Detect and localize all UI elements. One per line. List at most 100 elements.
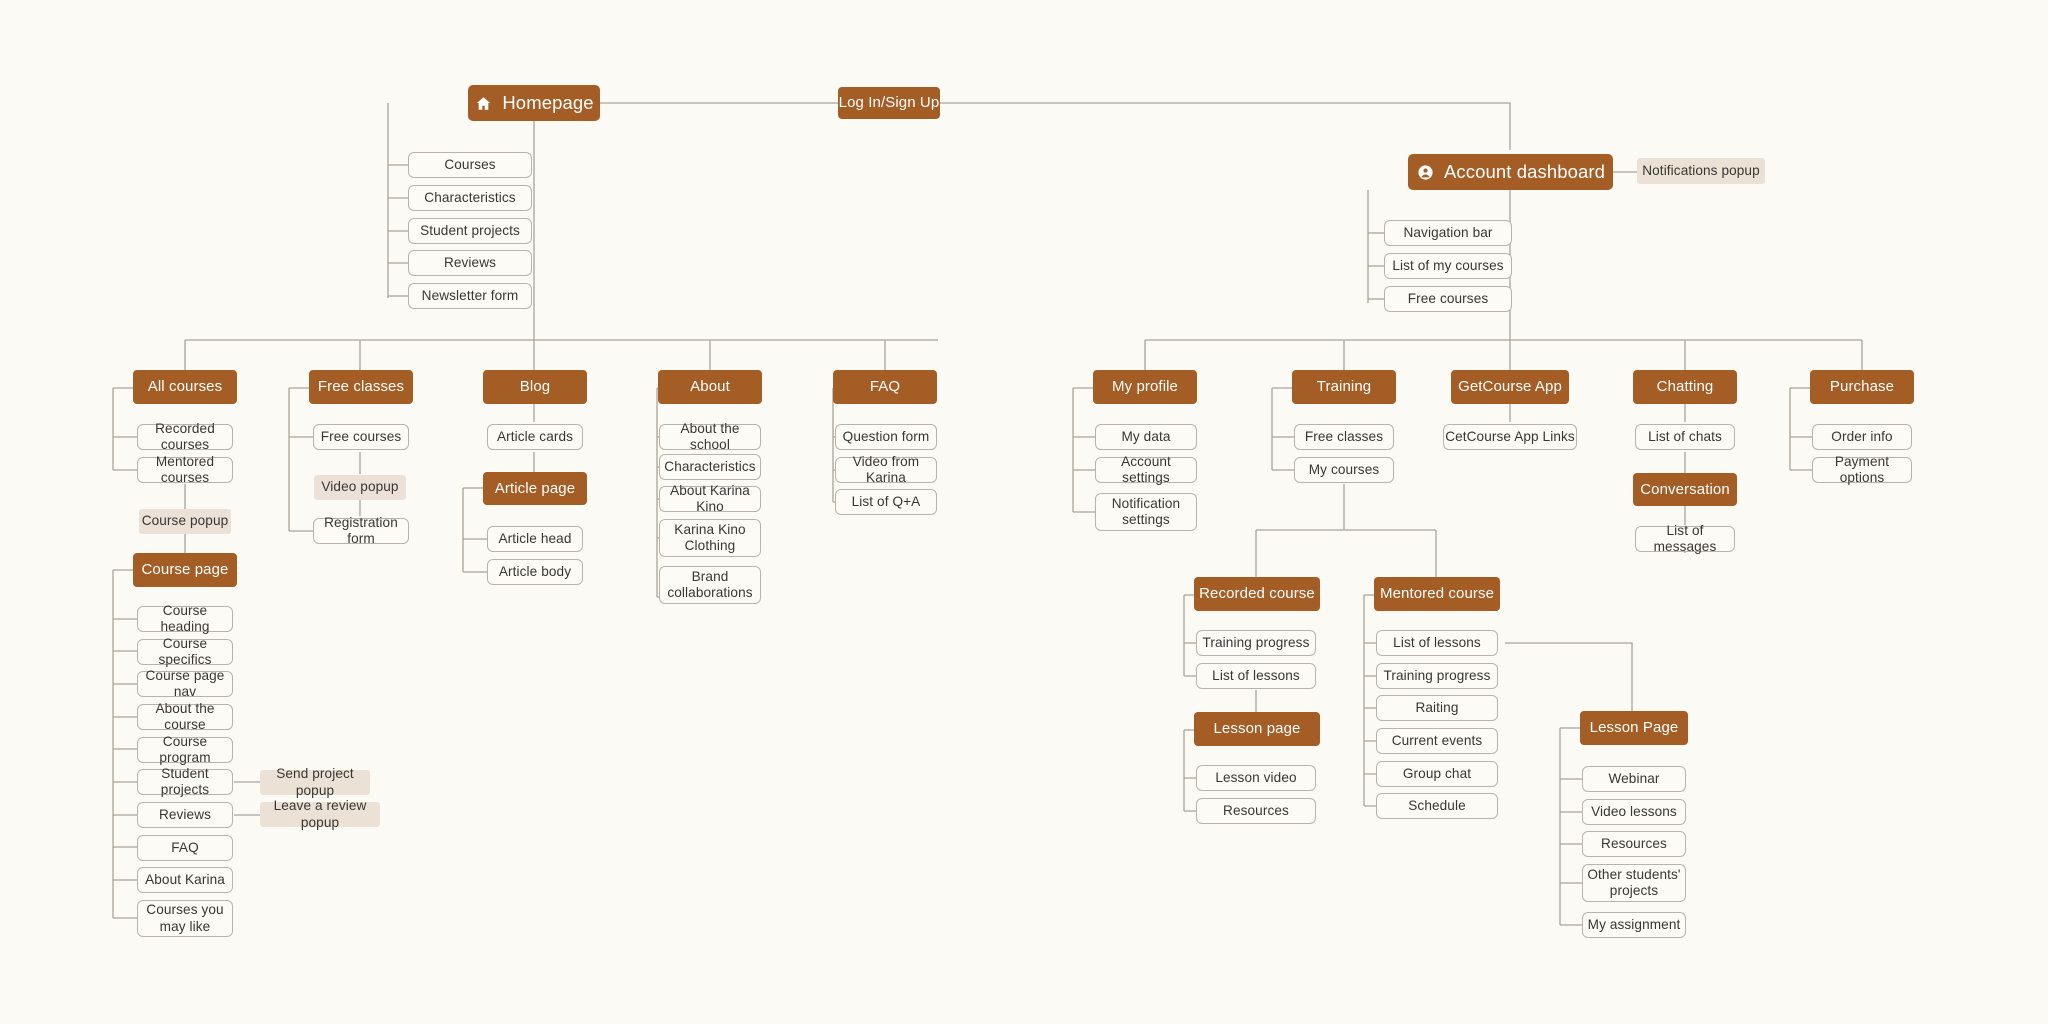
- node-lesson-resources[interactable]: Resources: [1196, 798, 1316, 824]
- node-getcourse-app-links[interactable]: CetCourse App Links: [1443, 424, 1577, 450]
- node-blog-label: Blog: [519, 378, 551, 396]
- node-about[interactable]: About: [658, 370, 762, 404]
- node-lesson-page-recorded[interactable]: Lesson page: [1194, 712, 1320, 746]
- node-course-faq[interactable]: FAQ: [137, 835, 233, 861]
- node-list-of-chats[interactable]: List of chats: [1635, 424, 1735, 450]
- node-training[interactable]: Training: [1292, 370, 1396, 404]
- node-about-the-course[interactable]: About the course: [137, 701, 233, 732]
- node-brand-collaborations[interactable]: Brand collaborations: [659, 566, 761, 604]
- node-course-reviews[interactable]: Reviews: [137, 802, 233, 828]
- node-recorded-courses[interactable]: Recorded courses: [137, 420, 233, 452]
- node-faq[interactable]: FAQ: [833, 370, 937, 404]
- node-dashboard-child-list-of-my-courses[interactable]: List of my courses: [1384, 253, 1512, 279]
- node-home-child-reviews[interactable]: Reviews: [408, 250, 532, 276]
- node-current-events[interactable]: Current events: [1376, 728, 1498, 754]
- node-purchase-label: Purchase: [1829, 378, 1895, 396]
- node-mentored-course[interactable]: Mentored course: [1374, 577, 1500, 611]
- node-chatting[interactable]: Chatting: [1633, 370, 1737, 404]
- node-label: Group chat: [1402, 765, 1472, 781]
- node-home-child-newsletter-form[interactable]: Newsletter form: [408, 283, 532, 309]
- node-article-cards[interactable]: Article cards: [487, 424, 583, 450]
- node-registration-form[interactable]: Registration form: [313, 515, 409, 546]
- node-about-characteristics[interactable]: Characteristics: [659, 454, 761, 480]
- node-notification-settings[interactable]: Notification settings: [1095, 493, 1197, 531]
- node-article-body[interactable]: Article body: [487, 559, 583, 585]
- node-all-courses[interactable]: All courses: [133, 370, 237, 404]
- node-label: My data: [1121, 428, 1171, 444]
- node-conversation-label: Conversation: [1640, 480, 1730, 498]
- node-dashboard-child-free-courses[interactable]: Free courses: [1384, 286, 1512, 312]
- node-login-signup[interactable]: Log In/Sign Up: [838, 87, 940, 119]
- node-account-dashboard[interactable]: Account dashboard: [1408, 154, 1613, 190]
- node-webinar[interactable]: Webinar: [1582, 766, 1686, 792]
- node-course-page[interactable]: Course page: [133, 553, 237, 587]
- node-my-courses[interactable]: My courses: [1294, 457, 1394, 483]
- node-about-karina-kino[interactable]: About Karina Kino: [659, 483, 761, 514]
- node-leave-review-popup[interactable]: Leave a review popup: [260, 798, 380, 830]
- node-notifications-popup[interactable]: Notifications popup: [1637, 158, 1765, 184]
- node-send-project-popup[interactable]: Send project popup: [260, 766, 370, 798]
- node-free-classes-free-courses[interactable]: Free courses: [313, 424, 409, 450]
- node-course-page-nav[interactable]: Course page nav: [137, 668, 233, 699]
- node-list-of-qa[interactable]: List of Q+A: [835, 489, 937, 515]
- node-free-classes[interactable]: Free classes: [309, 370, 413, 404]
- node-home-child-student-projects[interactable]: Student projects: [408, 218, 532, 244]
- node-list-of-messages[interactable]: List of messages: [1635, 523, 1735, 554]
- node-karina-kino-clothing[interactable]: Karina Kino Clothing: [659, 519, 761, 557]
- node-conversation[interactable]: Conversation: [1633, 473, 1737, 506]
- node-payment-options[interactable]: Payment options: [1812, 453, 1912, 485]
- node-home-child-courses[interactable]: Courses: [408, 152, 532, 178]
- node-label: Video lessons: [1591, 803, 1677, 819]
- node-my-assignment[interactable]: My assignment: [1582, 912, 1686, 938]
- node-recorded-list-of-lessons[interactable]: List of lessons: [1196, 663, 1316, 689]
- node-about-the-school[interactable]: About the school: [659, 421, 761, 452]
- node-free-classes-label: Free classes: [317, 378, 405, 396]
- node-getcourse-app[interactable]: GetCourse App: [1451, 370, 1569, 404]
- node-label: Order info: [1831, 428, 1893, 444]
- node-label: Free courses: [1407, 290, 1489, 306]
- node-courses-you-may-like[interactable]: Courses you may like: [137, 900, 233, 937]
- node-label: Newsletter form: [421, 287, 519, 303]
- node-about-karina[interactable]: About Karina: [137, 867, 233, 893]
- node-right-resources[interactable]: Resources: [1582, 831, 1686, 857]
- node-course-program[interactable]: Course program: [137, 734, 233, 765]
- node-schedule[interactable]: Schedule: [1376, 793, 1498, 819]
- node-article-page[interactable]: Article page: [483, 472, 587, 505]
- node-account-settings[interactable]: Account settings: [1095, 454, 1197, 485]
- node-group-chat[interactable]: Group chat: [1376, 761, 1498, 787]
- node-lesson-video[interactable]: Lesson video: [1196, 765, 1316, 791]
- node-order-info[interactable]: Order info: [1812, 424, 1912, 450]
- node-raiting[interactable]: Raiting: [1376, 695, 1498, 721]
- node-label: Question form: [842, 428, 930, 444]
- node-my-profile[interactable]: My profile: [1093, 370, 1197, 404]
- node-video-popup[interactable]: Video popup: [314, 475, 406, 500]
- node-mentored-training-progress[interactable]: Training progress: [1376, 663, 1498, 689]
- node-recorded-training-progress[interactable]: Training progress: [1196, 630, 1316, 656]
- node-mentored-courses[interactable]: Mentored courses: [137, 454, 233, 485]
- node-course-heading[interactable]: Course heading: [137, 603, 233, 634]
- node-homepage[interactable]: Homepage: [468, 85, 600, 121]
- node-recorded-course[interactable]: Recorded course: [1194, 577, 1320, 611]
- node-training-free-classes[interactable]: Free classes: [1294, 424, 1394, 450]
- node-course-specifics[interactable]: Course specifics: [137, 636, 233, 667]
- node-homepage-label: Homepage: [502, 92, 594, 114]
- node-dashboard-child-navigation-bar[interactable]: Navigation bar: [1384, 220, 1512, 246]
- node-login-signup-label: Log In/Sign Up: [838, 94, 940, 112]
- node-label: Recorded courses: [155, 420, 215, 452]
- node-home-child-characteristics[interactable]: Characteristics: [408, 185, 532, 211]
- node-my-data[interactable]: My data: [1095, 424, 1197, 450]
- node-lesson-page-mentored[interactable]: Lesson Page: [1580, 711, 1688, 745]
- node-question-form[interactable]: Question form: [835, 424, 937, 450]
- node-article-head[interactable]: Article head: [487, 526, 583, 552]
- node-label: List of my courses: [1392, 257, 1504, 273]
- node-video-lessons[interactable]: Video lessons: [1582, 799, 1686, 825]
- node-label: Payment options: [1834, 453, 1890, 485]
- node-course-popup[interactable]: Course popup: [139, 509, 231, 534]
- node-label: Raiting: [1415, 699, 1459, 715]
- node-course-student-projects[interactable]: Student projects: [137, 766, 233, 797]
- node-purchase[interactable]: Purchase: [1810, 370, 1914, 404]
- node-other-students-projects[interactable]: Other students' projects: [1582, 864, 1686, 902]
- node-blog[interactable]: Blog: [483, 370, 587, 404]
- node-video-from-karina[interactable]: Video from Karina: [835, 454, 937, 485]
- node-mentored-list-of-lessons[interactable]: List of lessons: [1376, 630, 1498, 656]
